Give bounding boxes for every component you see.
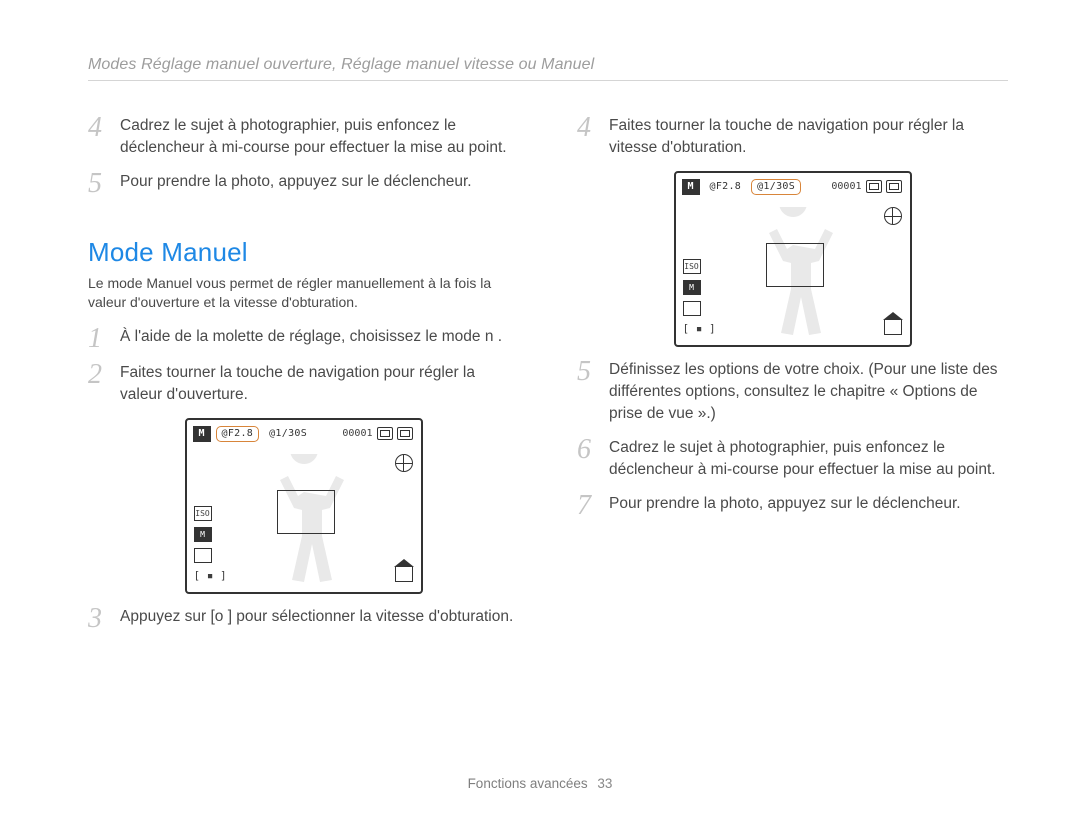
- step-number: 5: [577, 361, 599, 383]
- step-text: Définissez les options de votre choix. (…: [609, 359, 1008, 425]
- step-number: 3: [88, 608, 110, 630]
- camera-lcd: M @F2.8 @1/30S 00001: [674, 171, 912, 347]
- step-item: 2 Faites tourner la touche de navigation…: [88, 362, 519, 406]
- aperture-readout: @F2.8: [705, 180, 747, 194]
- camera-lcd: M @F2.8 @1/30S 00001: [185, 418, 423, 594]
- page-number: 33: [597, 776, 612, 791]
- lcd-left-icons: ISO M [ ▪ ]: [194, 506, 227, 582]
- step-text: Appuyez sur [o ] pour sélectionner la vi…: [120, 606, 513, 628]
- af-frame: [277, 490, 335, 534]
- lcd-left-icons: ISO M [ ▪ ]: [683, 259, 716, 335]
- image-size-icon: M: [194, 527, 212, 542]
- lcd-top-right: 00001: [831, 180, 901, 193]
- memory-card-icon: [377, 427, 393, 440]
- step-item: 1 À l'aide de la molette de réglage, cho…: [88, 326, 519, 350]
- mode-badge-icon: M: [193, 426, 211, 442]
- shots-remaining: 00001: [831, 181, 861, 192]
- step-item: 5 Définissez les options de votre choix.…: [577, 359, 1008, 425]
- lcd-top-right: 00001: [342, 427, 412, 440]
- flash-mode-icon: [395, 454, 413, 472]
- step-text: Cadrez le sujet à photographier, puis en…: [609, 437, 1008, 481]
- step-text: Pour prendre la photo, appuyez sur le dé…: [120, 171, 472, 193]
- aperture-readout: @F2.8: [216, 426, 260, 442]
- mode-badge-icon: M: [682, 179, 700, 195]
- battery-icon: [886, 180, 902, 193]
- image-size-icon: M: [683, 280, 701, 295]
- iso-icon: ISO: [194, 506, 212, 521]
- step-text: Faites tourner la touche de navigation p…: [120, 362, 519, 406]
- step-number: 4: [88, 117, 110, 139]
- step-item: 3 Appuyez sur [o ] pour sélectionner la …: [88, 606, 519, 630]
- memory-card-icon: [866, 180, 882, 193]
- af-area-icon: [ ▪ ]: [194, 569, 227, 582]
- metering-icon: [194, 548, 212, 563]
- step-item: 6 Cadrez le sujet à photographier, puis …: [577, 437, 1008, 481]
- footer-section: Fonctions avancées: [468, 776, 588, 791]
- section-intro: Le mode Manuel vous permet de régler man…: [88, 274, 518, 312]
- page-footer: Fonctions avancées 33: [0, 776, 1080, 791]
- step-number: 1: [88, 328, 110, 350]
- iso-icon: ISO: [683, 259, 701, 274]
- right-column: 4 Faites tourner la touche de navigation…: [577, 105, 1008, 642]
- shutter-readout: @1/30S: [264, 427, 312, 441]
- lcd-screenshot-aperture: M @F2.8 @1/30S 00001: [88, 418, 519, 594]
- step-number: 4: [577, 117, 599, 139]
- metering-icon: [683, 301, 701, 316]
- shots-remaining: 00001: [342, 428, 372, 439]
- step-text: Cadrez le sujet à photographier, puis en…: [120, 115, 519, 159]
- step-item: 4 Faites tourner la touche de navigation…: [577, 115, 1008, 159]
- step-text: À l'aide de la molette de réglage, chois…: [120, 326, 502, 348]
- header-title: Modes Réglage manuel ouverture, Réglage …: [88, 56, 594, 73]
- manual-page: Modes Réglage manuel ouverture, Réglage …: [0, 0, 1080, 815]
- page-header: Modes Réglage manuel ouverture, Réglage …: [88, 56, 1008, 81]
- lcd-screenshot-shutter: M @F2.8 @1/30S 00001: [577, 171, 1008, 347]
- step-number: 7: [577, 495, 599, 517]
- af-frame: [766, 243, 824, 287]
- af-area-icon: [ ▪ ]: [683, 322, 716, 335]
- flash-mode-icon: [884, 207, 902, 225]
- left-column: 4 Cadrez le sujet à photographier, puis …: [88, 105, 519, 642]
- shutter-readout: @1/30S: [751, 179, 801, 195]
- step-item: 7 Pour prendre la photo, appuyez sur le …: [577, 493, 1008, 517]
- step-number: 5: [88, 173, 110, 195]
- step-item: 4 Cadrez le sujet à photographier, puis …: [88, 115, 519, 159]
- step-item: 5 Pour prendre la photo, appuyez sur le …: [88, 171, 519, 195]
- step-text: Pour prendre la photo, appuyez sur le dé…: [609, 493, 961, 515]
- battery-icon: [397, 427, 413, 440]
- section-title: Mode Manuel: [88, 237, 519, 268]
- content-columns: 4 Cadrez le sujet à photographier, puis …: [88, 105, 1008, 642]
- mode-dial-icon: [884, 320, 902, 335]
- mode-dial-icon: [395, 567, 413, 582]
- step-text: Faites tourner la touche de navigation p…: [609, 115, 1008, 159]
- step-number: 6: [577, 439, 599, 461]
- step-number: 2: [88, 364, 110, 386]
